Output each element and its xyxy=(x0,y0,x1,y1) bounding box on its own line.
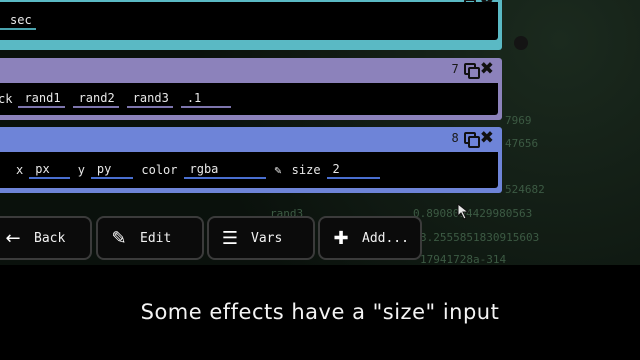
bg-value: 17941728a-314 xyxy=(420,253,507,265)
close-icon[interactable]: ✖ xyxy=(480,130,494,147)
caption-text: Some effects have a "size" input xyxy=(140,300,500,324)
field-input[interactable]: .1 xyxy=(180,91,232,108)
background-dot xyxy=(514,36,528,50)
add-button[interactable]: ✚ Add... xyxy=(318,216,422,260)
add-button-label: Add... xyxy=(362,230,409,246)
list-icon: ☰ xyxy=(221,227,239,249)
field-input[interactable]: rand3 xyxy=(126,91,173,108)
field-label: ck xyxy=(0,92,13,106)
field-label: size xyxy=(291,163,321,177)
field-label: color xyxy=(141,163,178,177)
vars-button-label: Vars xyxy=(251,230,283,246)
edit-button-label: Edit xyxy=(140,230,172,246)
field-input[interactable]: rand2 xyxy=(72,91,119,108)
vars-button[interactable]: ☰ Vars xyxy=(207,216,315,260)
plus-icon: ✚ xyxy=(333,227,349,249)
field-label: x xyxy=(16,163,24,177)
field-input[interactable]: 2 xyxy=(326,162,380,179)
arrow-left-icon: ← xyxy=(5,227,21,249)
eyedropper-icon[interactable]: ✎ xyxy=(274,163,281,177)
card-index: 8 xyxy=(451,131,459,145)
card-body: sec xyxy=(0,2,498,40)
field-input[interactable]: rand1 xyxy=(18,91,65,108)
bg-value: 0.8908094429980563 xyxy=(413,207,533,220)
bg-value: 524682 xyxy=(505,183,545,196)
edit-button[interactable]: ✎ Edit xyxy=(96,216,204,260)
field-input[interactable]: py xyxy=(90,162,134,179)
field-input[interactable]: rgba xyxy=(183,162,267,179)
field-label: y xyxy=(77,163,85,177)
card-index: 7 xyxy=(451,62,459,76)
effect-card: 7 ✖ ck rand1 rand2 rand3 .1 xyxy=(0,58,502,120)
copy-icon[interactable] xyxy=(463,131,480,148)
back-button-label: Back xyxy=(34,230,66,246)
edit-icon: ✎ xyxy=(111,227,127,249)
effect-card: 8 ✖ x px y py color rgba ✎ size 2 xyxy=(0,127,502,193)
editor-stage: 7969 47656 524682 rand3 0.89080944299805… xyxy=(0,0,640,265)
copy-icon[interactable] xyxy=(463,62,480,79)
bg-value: 3.2555851830915603 xyxy=(420,231,540,244)
bg-value: 7969 xyxy=(505,114,532,127)
bg-value: 47656 xyxy=(505,137,539,150)
field-input[interactable]: px xyxy=(29,162,70,179)
card-body: x px y py color rgba ✎ size 2 xyxy=(0,152,498,188)
close-icon[interactable]: ✖ xyxy=(480,61,494,78)
effect-card: ✖ sec xyxy=(0,0,502,50)
field-input[interactable]: sec xyxy=(0,13,36,30)
back-button[interactable]: ← Back xyxy=(0,216,92,260)
mouse-cursor-icon xyxy=(457,202,470,220)
card-body: ck rand1 rand2 rand3 .1 xyxy=(0,83,498,115)
